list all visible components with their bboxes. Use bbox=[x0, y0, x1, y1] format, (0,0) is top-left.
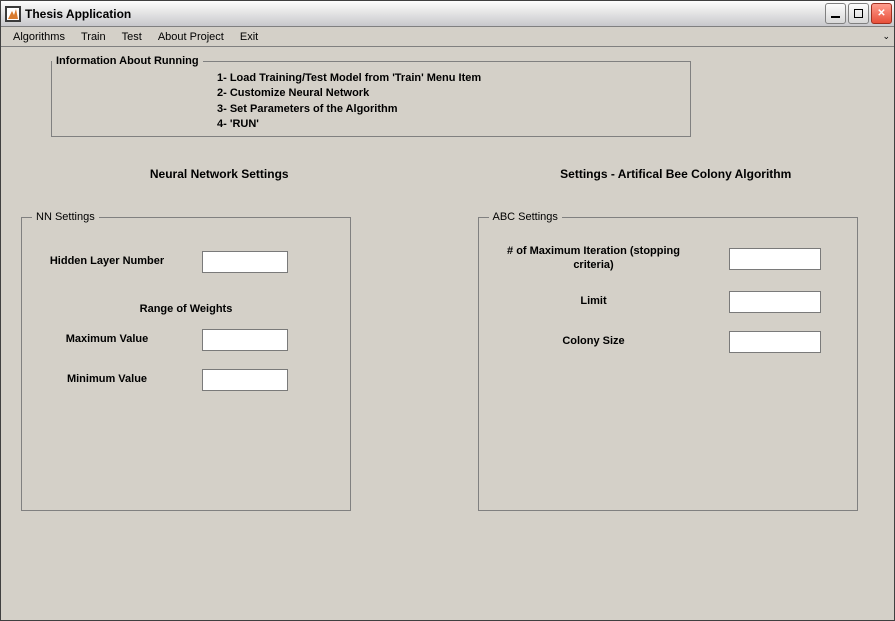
nn-groupbox: NN Settings Hidden Layer Number Range of… bbox=[21, 211, 351, 511]
min-value-row: Minimum Value bbox=[32, 369, 340, 391]
min-value-input[interactable] bbox=[202, 369, 288, 391]
settings-columns: Neural Network Settings NN Settings Hidd… bbox=[21, 155, 874, 511]
info-legend: Information About Running bbox=[52, 55, 203, 67]
left-column: Neural Network Settings NN Settings Hidd… bbox=[21, 155, 418, 511]
info-body: 1- Load Training/Test Model from 'Train'… bbox=[52, 67, 690, 143]
max-iter-row: # of Maximum Iteration (stopping criteri… bbox=[489, 245, 847, 273]
titlebar: Thesis Application ✕ bbox=[1, 1, 894, 27]
right-column: Settings - Artifical Bee Colony Algorith… bbox=[478, 155, 875, 511]
menu-exit[interactable]: Exit bbox=[232, 29, 266, 45]
hidden-layer-input[interactable] bbox=[202, 251, 288, 273]
abc-heading: Settings - Artifical Bee Colony Algorith… bbox=[478, 167, 875, 181]
menubar-chevron-icon[interactable]: ⌄ bbox=[882, 31, 890, 42]
limit-row: Limit bbox=[489, 291, 847, 313]
hidden-layer-label: Hidden Layer Number bbox=[32, 255, 182, 269]
min-value-label: Minimum Value bbox=[32, 373, 182, 387]
menu-algorithms[interactable]: Algorithms bbox=[5, 29, 73, 45]
window-controls: ✕ bbox=[825, 3, 892, 24]
menu-test[interactable]: Test bbox=[114, 29, 150, 45]
window-title: Thesis Application bbox=[25, 7, 825, 21]
colony-input[interactable] bbox=[729, 331, 821, 353]
content-area: Information About Running 1- Load Traini… bbox=[1, 47, 894, 620]
colony-label: Colony Size bbox=[489, 335, 699, 349]
app-icon bbox=[5, 6, 21, 22]
nn-legend: NN Settings bbox=[32, 211, 99, 223]
close-button[interactable]: ✕ bbox=[871, 3, 892, 24]
main-window: Thesis Application ✕ Algorithms Train Te… bbox=[0, 0, 895, 621]
max-iter-label: # of Maximum Iteration (stopping criteri… bbox=[489, 245, 699, 273]
info-line: 4- 'RUN' bbox=[217, 117, 678, 132]
menubar: Algorithms Train Test About Project Exit… bbox=[1, 27, 894, 47]
limit-label: Limit bbox=[489, 295, 699, 309]
minimize-button[interactable] bbox=[825, 3, 846, 24]
max-value-input[interactable] bbox=[202, 329, 288, 351]
info-line: 3- Set Parameters of the Algorithm bbox=[217, 102, 678, 117]
info-line: 2- Customize Neural Network bbox=[217, 86, 678, 101]
max-value-row: Maximum Value bbox=[32, 329, 340, 351]
nn-heading: Neural Network Settings bbox=[21, 167, 418, 181]
max-value-label: Maximum Value bbox=[32, 333, 182, 347]
hidden-layer-row: Hidden Layer Number bbox=[32, 251, 340, 273]
abc-legend: ABC Settings bbox=[489, 211, 562, 223]
abc-groupbox: ABC Settings # of Maximum Iteration (sto… bbox=[478, 211, 858, 511]
info-groupbox: Information About Running 1- Load Traini… bbox=[51, 55, 691, 137]
colony-row: Colony Size bbox=[489, 331, 847, 353]
limit-input[interactable] bbox=[729, 291, 821, 313]
info-line: 1- Load Training/Test Model from 'Train'… bbox=[217, 71, 678, 86]
maximize-button[interactable] bbox=[848, 3, 869, 24]
max-iter-input[interactable] bbox=[729, 248, 821, 270]
menu-about[interactable]: About Project bbox=[150, 29, 232, 45]
menu-train[interactable]: Train bbox=[73, 29, 114, 45]
range-heading: Range of Weights bbox=[32, 303, 340, 315]
